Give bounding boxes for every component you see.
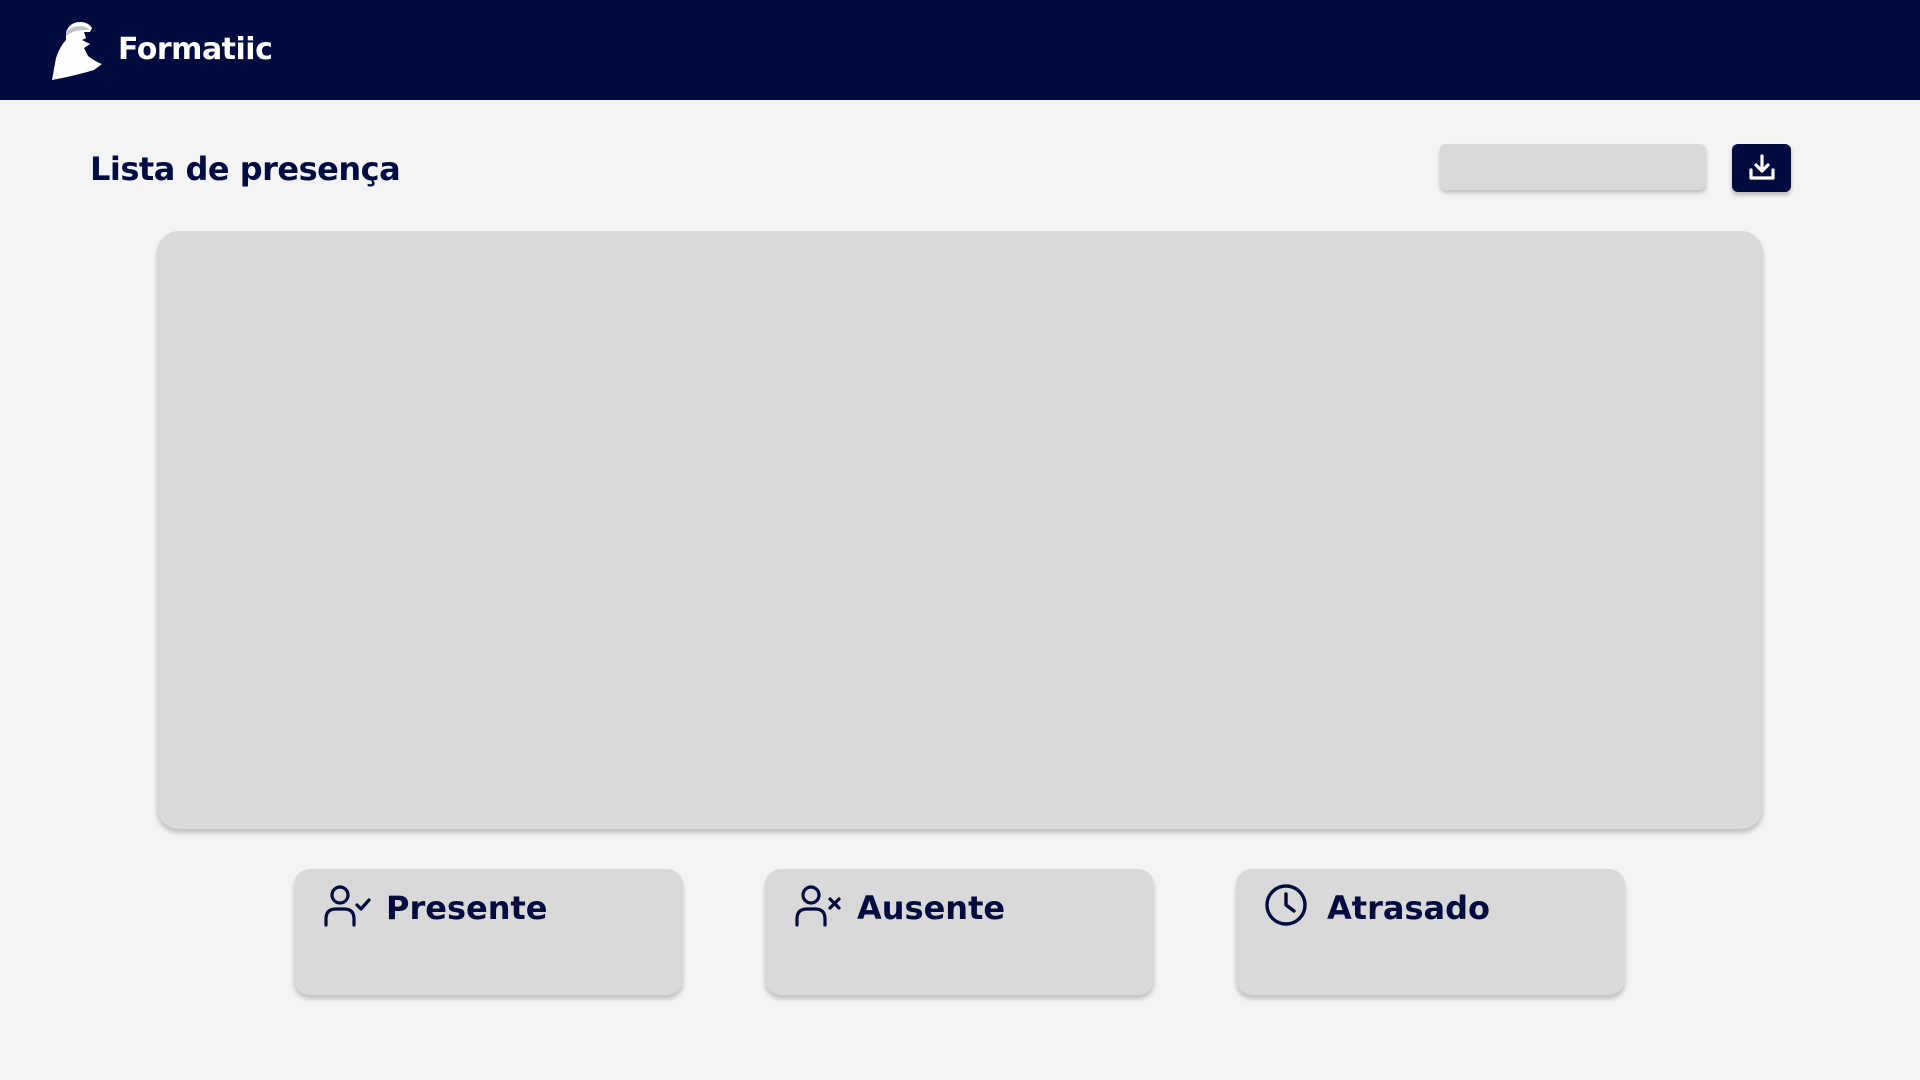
status-card-presente[interactable]: Presente xyxy=(294,869,683,995)
status-card-label: Presente xyxy=(386,889,548,927)
user-check-icon xyxy=(324,885,371,927)
status-card-ausente[interactable]: Ausente xyxy=(765,869,1154,995)
status-card-label: Ausente xyxy=(857,889,1006,927)
status-card-atrasado[interactable]: Atrasado xyxy=(1236,869,1625,995)
download-icon xyxy=(1748,154,1775,180)
top-navigation-bar: Formatiic xyxy=(0,0,1920,100)
user-x-icon xyxy=(795,885,841,927)
status-card-label: Atrasado xyxy=(1327,889,1490,927)
download-button[interactable] xyxy=(1732,144,1791,192)
clock-icon xyxy=(1265,884,1307,926)
page-title: Lista de presença xyxy=(90,150,401,188)
app-name: Formatiic xyxy=(118,32,273,67)
scholar-logo-icon[interactable] xyxy=(44,18,108,82)
attendance-list-panel xyxy=(157,231,1763,829)
date-filter-field[interactable] xyxy=(1440,144,1706,190)
